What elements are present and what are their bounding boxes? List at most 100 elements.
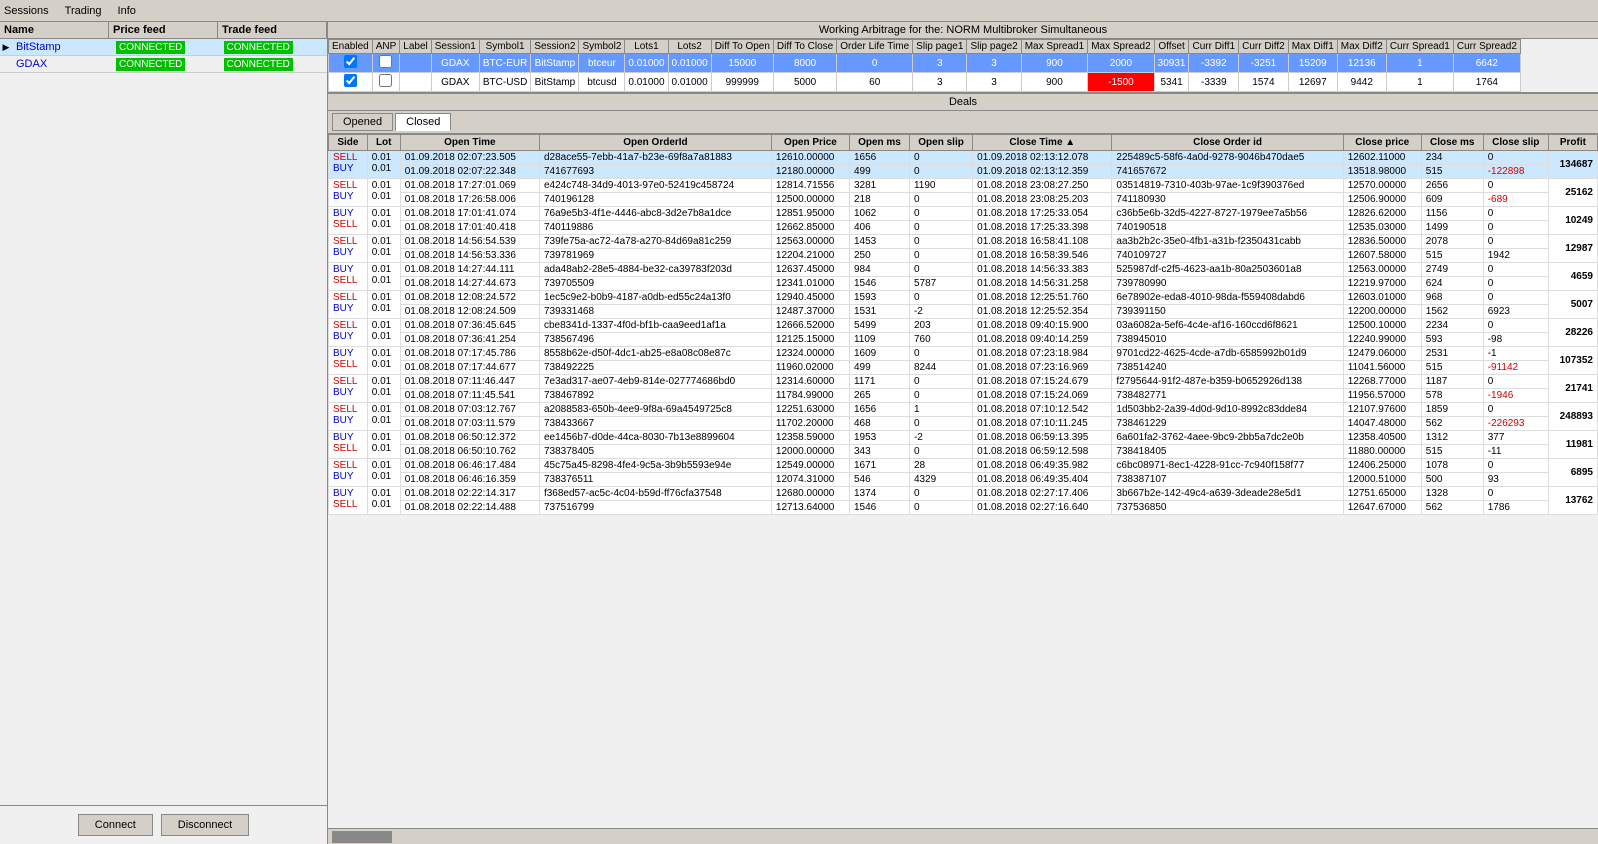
cell-open-price-2-0: 12851.95000	[771, 207, 849, 221]
deals-col-5[interactable]: Open ms	[849, 135, 909, 151]
cell-side-3: SELL BUY	[329, 235, 368, 263]
left-header-name: Name	[0, 22, 109, 38]
top-col-15: Max Spread2	[1088, 40, 1154, 54]
left-row-0[interactable]: ▶ BitStamp CONNECTED CONNECTED	[0, 39, 327, 56]
cell-open-order-10-1: 738378405	[539, 445, 771, 459]
cb-enabled-1[interactable]	[329, 73, 373, 92]
cell-close-price-6-0: 12500.10000	[1343, 319, 1421, 333]
cell-close-ms-1-1: 609	[1421, 193, 1483, 207]
cell-open-order-2-1: 740119886	[539, 221, 771, 235]
disconnect-button[interactable]: Disconnect	[161, 814, 249, 836]
cell-close-price-7-0: 12479.06000	[1343, 347, 1421, 361]
nav-sessions[interactable]: Sessions	[4, 5, 49, 17]
cell-close-order-2-0: c36b5e6b-32d5-4227-8727-1979ee7a5b56	[1112, 207, 1343, 221]
deals-col-10[interactable]: Close ms	[1421, 135, 1483, 151]
deals-table-container[interactable]: SideLotOpen TimeOpen OrderIdOpen PriceOp…	[328, 134, 1598, 828]
deals-row-1-0: SELL BUY 0.010.0101.08.2018 17:27:01.069…	[329, 179, 1598, 193]
cell-lot-4: 0.010.01	[367, 263, 400, 291]
top-grid-header-row: EnabledANPLabelSession1Symbol1Session2Sy…	[329, 40, 1521, 54]
cell-open-price-11-0: 12549.00000	[771, 459, 849, 473]
cell-close-order-7-1: 738514240	[1112, 361, 1343, 375]
cell-open-ms-8-0: 1171	[849, 375, 909, 389]
deals-col-0[interactable]: Side	[329, 135, 368, 151]
cell-side-12: BUY SELL	[329, 487, 368, 515]
deals-col-2[interactable]: Open Time	[400, 135, 539, 151]
cell-maxdiff1-1: 12697	[1288, 73, 1337, 92]
cell-close-slip-10-1: -11	[1483, 445, 1548, 459]
row-trade-status-1: CONNECTED	[220, 57, 328, 72]
cell-maxdiff2-0: 12136	[1337, 54, 1386, 73]
cell-currdiff1-0: -3392	[1189, 54, 1239, 73]
cell-profit-5: 5007	[1548, 291, 1597, 319]
cell-close-ms-9-1: 562	[1421, 417, 1483, 431]
cell-open-order-9-1: 738433667	[539, 417, 771, 431]
tab-opened[interactable]: Opened	[332, 113, 393, 131]
cell-close-slip-11-1: 93	[1483, 473, 1548, 487]
deals-col-3[interactable]: Open OrderId	[539, 135, 771, 151]
cell-close-time-9-1: 01.08.2018 07:10:11.245	[973, 417, 1112, 431]
cell-close-slip-9-1: -226293	[1483, 417, 1548, 431]
cell-profit-12: 13762	[1548, 487, 1597, 515]
left-row-1[interactable]: GDAX CONNECTED CONNECTED	[0, 56, 327, 73]
cell-profit-4: 4659	[1548, 263, 1597, 291]
deals-col-4[interactable]: Open Price	[771, 135, 849, 151]
cell-open-slip-11-0: 28	[909, 459, 972, 473]
deals-col-8[interactable]: Close Order id	[1112, 135, 1343, 151]
cell-close-time-6-1: 01.08.2018 09:40:14.259	[973, 333, 1112, 347]
deals-col-7[interactable]: Close Time ▲	[973, 135, 1112, 151]
connect-button[interactable]: Connect	[78, 814, 153, 836]
cell-open-price-6-0: 12666.52000	[771, 319, 849, 333]
cell-close-price-8-0: 12268.77000	[1343, 375, 1421, 389]
cell-close-slip-7-1: -91142	[1483, 361, 1548, 375]
cell-open-slip-5-0: 0	[909, 291, 972, 305]
cell-symbol1-1: BTC-USD	[479, 73, 530, 92]
top-col-11: Order Life Time	[837, 40, 913, 54]
cell-open-order-11-1: 738376511	[539, 473, 771, 487]
cell-open-slip-4-0: 0	[909, 263, 972, 277]
cell-lots2-1: 0.01000	[668, 73, 711, 92]
cell-open-order-3-1: 739781969	[539, 249, 771, 263]
cell-side-7: BUY SELL	[329, 347, 368, 375]
nav-info[interactable]: Info	[118, 5, 136, 17]
cell-open-time-10-1: 01.08.2018 06:50:10.762	[400, 445, 539, 459]
cell-close-order-11-0: c6bc08971-8ec1-4228-91cc-7c940f158f77	[1112, 459, 1343, 473]
cell-close-slip-12-0: 0	[1483, 487, 1548, 501]
left-header-price: Price feed	[109, 22, 218, 38]
cell-close-slip-0-1: -122898	[1483, 165, 1548, 179]
cell-close-price-0-1: 13518.98000	[1343, 165, 1421, 179]
deals-row-3-1: 01.08.2018 14:56:53.33673978196912204.21…	[329, 249, 1598, 263]
cell-close-ms-5-1: 1562	[1421, 305, 1483, 319]
cell-open-price-11-1: 12074.31000	[771, 473, 849, 487]
cb-anp-1[interactable]	[372, 73, 400, 92]
cell-close-order-7-0: 9701cd22-4625-4cde-a7db-6585992b01d9	[1112, 347, 1343, 361]
deals-title: Deals	[328, 94, 1598, 111]
deals-col-11[interactable]: Close slip	[1483, 135, 1548, 151]
deals-col-12[interactable]: Profit	[1548, 135, 1597, 151]
cell-close-time-11-1: 01.08.2018 06:49:35.404	[973, 473, 1112, 487]
cb-enabled-0[interactable]	[329, 54, 373, 73]
cell-open-time-0-0: 01.09.2018 02:07:23.505	[400, 151, 539, 165]
cell-close-time-3-0: 01.08.2018 16:58:41.108	[973, 235, 1112, 249]
bottom-scroll[interactable]	[328, 828, 1598, 844]
cell-open-price-4-1: 12341.01000	[771, 277, 849, 291]
nav-trading[interactable]: Trading	[65, 5, 102, 17]
deals-col-9[interactable]: Close price	[1343, 135, 1421, 151]
deals-row-8-0: SELL BUY 0.010.0101.08.2018 07:11:46.447…	[329, 375, 1598, 389]
cell-open-slip-7-1: 8244	[909, 361, 972, 375]
cell-open-ms-1-1: 218	[849, 193, 909, 207]
cell-close-ms-6-1: 593	[1421, 333, 1483, 347]
cell-close-time-0-1: 01.09.2018 02:13:12.359	[973, 165, 1112, 179]
cell-open-order-1-0: e424c748-34d9-4013-97e0-52419c458724	[539, 179, 771, 193]
cell-close-slip-6-0: 0	[1483, 319, 1548, 333]
main-container: Name Price feed Trade feed ▶ BitStamp CO…	[0, 22, 1598, 844]
deals-col-1[interactable]: Lot	[367, 135, 400, 151]
cell-symbol2-0: btceur	[579, 54, 625, 73]
tab-closed[interactable]: Closed	[395, 113, 451, 131]
cell-close-time-7-0: 01.08.2018 07:23:18.984	[973, 347, 1112, 361]
deals-col-6[interactable]: Open slip	[909, 135, 972, 151]
cb-anp-0[interactable]	[372, 54, 400, 73]
cell-close-order-0-0: 225489c5-58f6-4a0d-9278-9046b470dae5	[1112, 151, 1343, 165]
cell-side-10: BUY SELL	[329, 431, 368, 459]
cell-open-slip-9-0: 1	[909, 403, 972, 417]
deals-row-11-0: SELL BUY 0.010.0101.08.2018 06:46:17.484…	[329, 459, 1598, 473]
